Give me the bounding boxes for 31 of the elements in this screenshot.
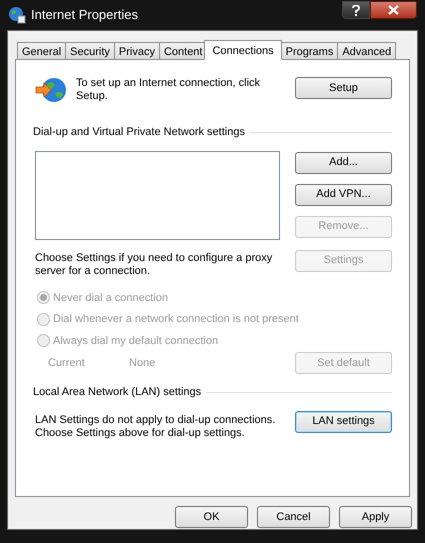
dialog-button[interactable]: Apply	[339, 506, 412, 528]
help-icon	[352, 4, 360, 16]
radio-label: Never dial a connection	[53, 290, 168, 306]
close-icon	[388, 5, 399, 15]
globe-icon	[35, 75, 67, 105]
close-button[interactable]	[370, 1, 417, 19]
tab[interactable]: General	[17, 42, 66, 60]
dialog-button[interactable]: Setup	[295, 77, 392, 99]
dialog-button[interactable]: Cancel	[257, 506, 330, 528]
dialog-button[interactable]: Add VPN...	[295, 184, 392, 206]
section-heading: Local Area Network (LAN) settings	[33, 385, 202, 400]
globe-icon	[8, 6, 26, 24]
radio-label: Always dial my default connection	[53, 334, 218, 348]
setup-instructions: To set up an Internet connection, click Setup.	[76, 77, 262, 103]
dialog-button[interactable]: LAN settings	[295, 410, 392, 432]
tab[interactable]: Privacy	[114, 42, 160, 60]
tab[interactable]: Security	[65, 42, 115, 60]
connection-list[interactable]	[35, 150, 280, 240]
tab[interactable]: Connections	[204, 40, 282, 60]
proxy-instructions: Choose Settings if you need to configure a proxy server for a connection.	[35, 252, 274, 278]
help-button[interactable]	[342, 1, 370, 19]
section-heading: Dial-up and Virtual Private Network settings	[33, 125, 245, 140]
current-value: None	[129, 356, 156, 371]
dialog-button[interactable]: Add...	[295, 152, 392, 174]
radio-label: Dial whenever a network connection is not present	[53, 312, 299, 327]
lan-instructions: LAN Settings do not apply to dial-up connections. Choose Settings above for dial-up settings.	[35, 414, 276, 440]
tab[interactable]: Advanced	[337, 42, 396, 60]
current-label: Current	[48, 356, 86, 371]
dialog-button[interactable]: OK	[175, 506, 248, 528]
window-title: Internet Properties	[31, 6, 138, 24]
tab[interactable]: Programs	[280, 42, 338, 60]
